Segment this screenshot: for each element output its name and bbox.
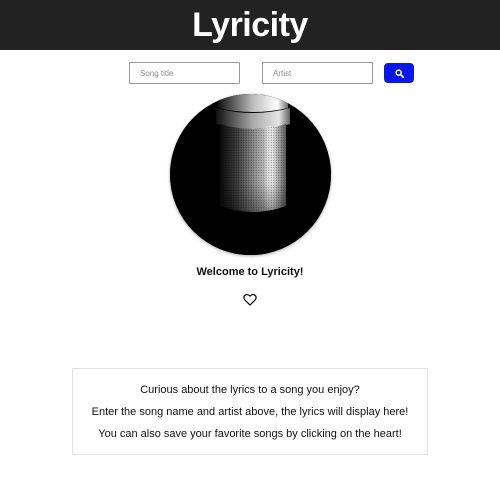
welcome-heading: Welcome to Lyricity!: [196, 266, 304, 278]
info-panel: Curious about the lyrics to a song you e…: [72, 368, 428, 455]
info-line: Curious about the lyrics to a song you e…: [140, 384, 360, 396]
brand-title: Lyricity: [192, 6, 308, 44]
search-button[interactable]: [384, 63, 414, 83]
app-header: Lyricity: [0, 0, 500, 50]
song-title-input[interactable]: [129, 62, 240, 84]
microphone-image: [170, 94, 331, 255]
artist-input[interactable]: [262, 62, 373, 84]
heart-outline-icon[interactable]: [243, 293, 257, 306]
info-line: Enter the song name and artist above, th…: [91, 406, 409, 418]
search-icon: [394, 68, 404, 78]
info-line: You can also save your favorite songs by…: [98, 428, 402, 440]
